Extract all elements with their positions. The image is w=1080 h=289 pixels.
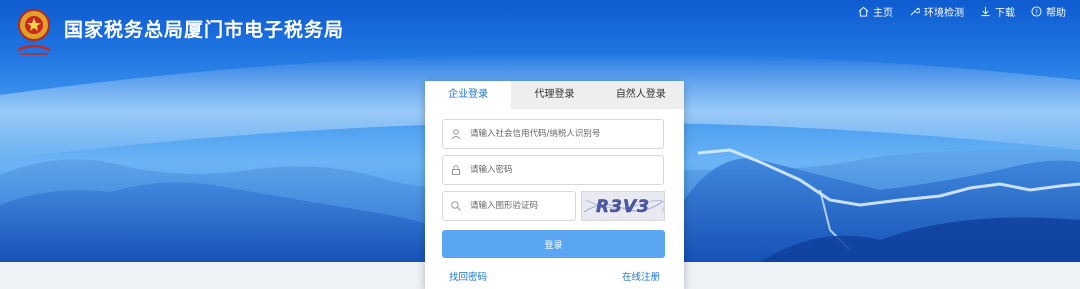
tab-agent-login[interactable]: 代理登录: [511, 81, 597, 109]
tab-enterprise-login[interactable]: 企业登录: [425, 81, 512, 109]
nav-home-link[interactable]: 主页: [858, 4, 893, 19]
nav-download-link[interactable]: 下载: [980, 4, 1015, 19]
nav-environment-check-link[interactable]: 环境检测: [909, 4, 964, 19]
nav-help-link[interactable]: ? 帮助: [1031, 4, 1066, 19]
user-icon: [451, 129, 461, 140]
nav-home-label: 主页: [873, 8, 893, 19]
login-panel: 企业登录 代理登录 自然人登录 R3V3 登录 找回密码 在线注册: [425, 81, 684, 289]
home-icon: [858, 6, 869, 17]
captcha-text: R3V3: [596, 197, 650, 217]
password-input[interactable]: [468, 164, 663, 176]
account-input[interactable]: [468, 128, 663, 140]
login-tabs: 企业登录 代理登录 自然人登录: [425, 81, 684, 109]
tax-emblem-icon: [14, 6, 54, 58]
account-field: [442, 119, 664, 149]
top-navigation: 主页 环境检测 下载 ? 帮助: [858, 4, 1066, 19]
download-icon: [981, 6, 990, 17]
login-button[interactable]: 登录: [442, 230, 665, 258]
search-icon: [451, 201, 461, 211]
nav-environment-check-label: 环境检测: [924, 8, 964, 19]
captcha-input[interactable]: [468, 200, 575, 212]
svg-text:?: ?: [1035, 8, 1038, 16]
site-title: 国家税务总局厦门市电子税务局: [64, 19, 345, 41]
register-link[interactable]: 在线注册: [622, 269, 660, 283]
lock-icon: [452, 165, 460, 175]
tab-individual-login[interactable]: 自然人登录: [598, 81, 684, 109]
forgot-password-link[interactable]: 找回密码: [449, 269, 487, 283]
password-field: [442, 155, 664, 185]
wrench-icon: [910, 7, 920, 16]
captcha-field: [442, 191, 576, 221]
nav-help-label: 帮助: [1046, 8, 1066, 19]
nav-download-label: 下载: [995, 8, 1015, 19]
captcha-image[interactable]: R3V3: [581, 191, 665, 221]
help-icon: ?: [1031, 6, 1042, 17]
